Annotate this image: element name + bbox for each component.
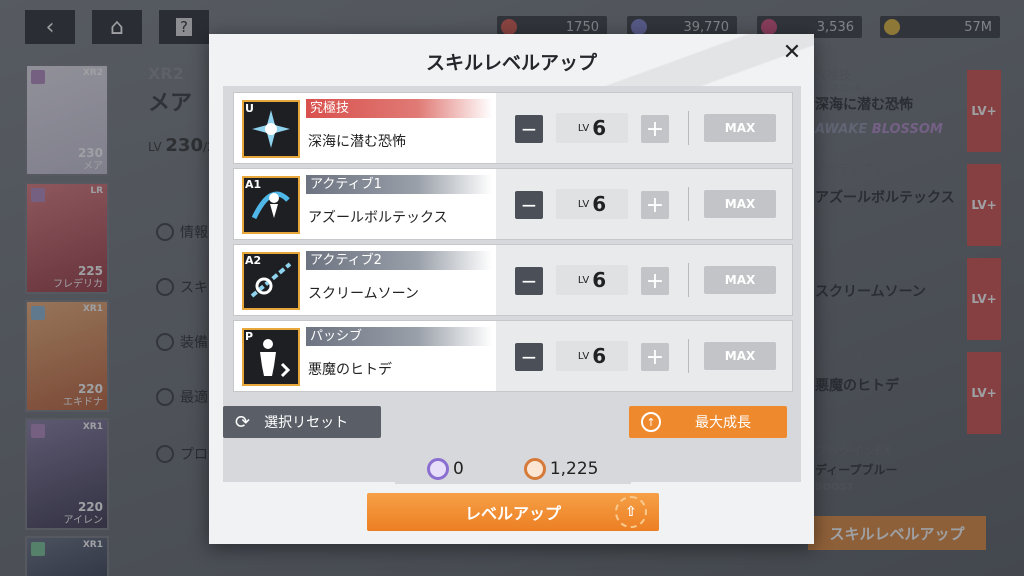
skill-slot-label: U — [245, 102, 254, 115]
skill-info: A1 アクティブ1 アズールボルテックス — [234, 169, 496, 239]
level-value: 6 — [592, 344, 607, 368]
max-level-button[interactable]: MAX — [704, 266, 776, 294]
skill-info: P パッシブ 悪魔のヒトデ — [234, 321, 496, 391]
active1-skill-icon: A1 — [242, 176, 300, 234]
max-level-button[interactable]: MAX — [704, 342, 776, 370]
skill-name: アズールボルテックス — [308, 210, 448, 226]
skill-slot-label: A1 — [245, 178, 262, 191]
max-growth-button[interactable]: ↑ 最大成長 — [629, 406, 787, 438]
max-growth-label: 最大成長 — [695, 415, 751, 431]
skill-row: A1 アクティブ1 アズールボルテックス − LV 6 + MAX — [233, 168, 793, 240]
level-display: LV 6 — [556, 341, 628, 371]
divider — [688, 339, 689, 373]
skill-category: アクティブ1 — [306, 175, 492, 194]
cost-value: 1,225 — [549, 459, 599, 479]
level-increase-button[interactable]: + — [641, 343, 669, 371]
skill-slot-label: A2 — [245, 254, 262, 267]
reset-label: 選択リセット — [264, 415, 349, 431]
skill-name: 深海に潜む恐怖 — [308, 134, 406, 150]
skill-category: パッシブ — [306, 327, 492, 346]
level-label: LV — [577, 274, 590, 286]
skill-info: U 究極技 深海に潜む恐怖 — [234, 93, 496, 163]
skill-category: 究極技 — [306, 99, 492, 118]
level-up-button[interactable]: レベルアップ ⇧ — [367, 493, 659, 531]
max-level-button[interactable]: MAX — [704, 190, 776, 218]
level-value: 6 — [592, 268, 607, 292]
close-icon: ✕ — [782, 39, 802, 65]
level-decrease-button[interactable]: − — [515, 267, 543, 295]
level-increase-button[interactable]: + — [641, 267, 669, 295]
skill-category: アクティブ2 — [306, 251, 492, 270]
skill-levelup-modal: スキルレベルアップ ✕ U 究極技 深海に潜む恐怖 − LV 6 + MAX A1 — [209, 34, 814, 544]
passive-skill-icon: P — [242, 328, 300, 386]
upgrade-arrow-icon: ⇧ — [615, 496, 647, 528]
level-label: LV — [577, 198, 590, 210]
skill-row: P パッシブ 悪魔のヒトデ − LV 6 + MAX — [233, 320, 793, 392]
level-increase-button[interactable]: + — [641, 191, 669, 219]
close-button[interactable]: ✕ — [778, 38, 806, 66]
level-value: 6 — [592, 116, 607, 140]
cost-value: 0 — [453, 459, 464, 479]
divider — [688, 111, 689, 145]
active2-skill-icon: A2 — [242, 252, 300, 310]
level-up-label: レベルアップ — [464, 504, 561, 523]
cost-item: 0 — [427, 458, 464, 480]
level-display: LV 6 — [556, 189, 628, 219]
level-increase-button[interactable]: + — [641, 115, 669, 143]
level-value: 6 — [592, 192, 607, 216]
skill-row: A2 アクティブ2 スクリームソーン − LV 6 + MAX — [233, 244, 793, 316]
level-display: LV 6 — [556, 113, 628, 143]
skill-name: 悪魔のヒトデ — [308, 362, 392, 378]
skill-info: A2 アクティブ2 スクリームソーン — [234, 245, 496, 315]
skill-material-icon — [523, 458, 546, 480]
reset-selection-button[interactable]: ⟳ 選択リセット — [223, 406, 381, 438]
level-decrease-button[interactable]: − — [515, 115, 543, 143]
level-label: LV — [577, 350, 590, 362]
cost-item: 1,225 — [523, 458, 599, 480]
level-label: LV — [577, 122, 590, 134]
divider — [688, 263, 689, 297]
ultimate-skill-icon: U — [242, 100, 300, 158]
level-display: LV 6 — [556, 265, 628, 295]
divider — [688, 187, 689, 221]
max-level-button[interactable]: MAX — [704, 114, 776, 142]
skill-name: スクリームソーン — [308, 286, 419, 302]
skill-token-icon — [427, 458, 449, 480]
refresh-icon: ⟳ — [235, 411, 251, 433]
skill-slot-label: P — [245, 330, 254, 343]
level-decrease-button[interactable]: − — [515, 191, 543, 219]
skill-row: U 究極技 深海に潜む恐怖 − LV 6 + MAX — [233, 92, 793, 164]
cost-bar: 0 1,225 — [395, 454, 631, 484]
level-decrease-button[interactable]: − — [515, 343, 543, 371]
modal-title: スキルレベルアップ — [425, 52, 597, 74]
arrow-up-icon: ↑ — [641, 412, 661, 432]
